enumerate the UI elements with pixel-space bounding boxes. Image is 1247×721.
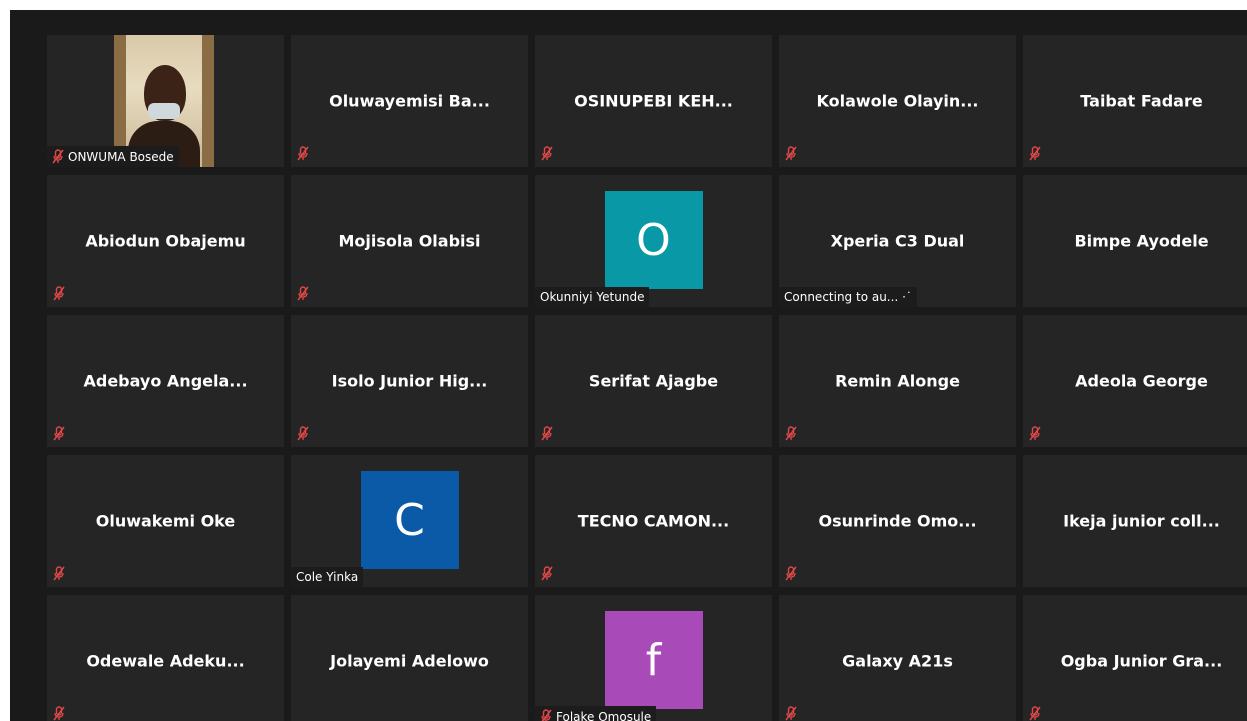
muted-mic-icon (297, 286, 309, 301)
participant-tile[interactable]: Osunrinde Omo... (779, 455, 1016, 587)
participant-avatar: C (360, 471, 459, 569)
participant-name: Serifat Ajagbe (588, 371, 719, 391)
participant-name: ONWUMA Bosede (68, 149, 174, 164)
participant-name-label: ONWUMA Bosede (47, 146, 179, 167)
participant-tile[interactable]: ONWUMA Bosede (47, 35, 284, 167)
muted-mic-icon (785, 566, 797, 581)
connection-status: Connecting to au... ·˙ (779, 287, 917, 307)
meeting-gallery-view: ONWUMA Bosede Oluwayemisi Ba... OSINUPEBI… (10, 10, 1247, 721)
muted-mic-icon (541, 709, 552, 721)
muted-mic-icon (297, 146, 309, 161)
participant-name-label: Okunniyi Yetunde (535, 287, 650, 307)
participant-tile[interactable]: Oluwayemisi Ba... (291, 35, 528, 167)
muted-mic-icon (53, 286, 65, 301)
muted-mic-icon (541, 426, 553, 441)
participant-name: Remin Alonge (835, 371, 960, 391)
participant-tile[interactable]: f Folake Omosule (535, 595, 772, 721)
muted-mic-icon (297, 426, 309, 441)
participant-name: Kolawole Olayin... (816, 91, 979, 111)
muted-mic-icon (53, 426, 65, 441)
participant-name: Jolayemi Adelowo (330, 651, 489, 671)
muted-mic-icon (785, 706, 797, 721)
participant-tile[interactable]: Jolayemi Adelowo (291, 595, 528, 721)
participant-name: Taibat Fadare (1080, 91, 1203, 111)
participant-tile[interactable]: TECNO CAMON... (535, 455, 772, 587)
participant-name: Adeola George (1075, 371, 1208, 391)
participant-tile[interactable]: Oluwakemi Oke (47, 455, 284, 587)
participant-tile[interactable]: C Cole Yinka (291, 455, 528, 587)
participant-name: Adebayo Angela... (83, 371, 248, 391)
participant-tile[interactable]: Ikeja junior coll... (1023, 455, 1247, 587)
participant-name: Oluwayemisi Ba... (329, 91, 490, 111)
participant-name: Bimpe Ayodele (1074, 231, 1209, 251)
participant-tile[interactable]: Serifat Ajagbe (535, 315, 772, 447)
participant-name: Xperia C3 Dual (830, 231, 965, 251)
participant-name: Okunniyi Yetunde (540, 290, 645, 304)
muted-mic-icon (541, 566, 553, 581)
participant-tile[interactable]: Kolawole Olayin... (779, 35, 1016, 167)
participant-name: Odewale Adeku... (86, 651, 245, 671)
participant-name: Cole Yinka (296, 570, 359, 584)
participant-name: OSINUPEBI KEH... (574, 91, 733, 111)
participant-name: Galaxy A21s (842, 651, 953, 671)
participant-tile[interactable]: Isolo Junior Hig... (291, 315, 528, 447)
participant-avatar: O (604, 191, 703, 289)
muted-mic-icon (541, 146, 553, 161)
participant-tile[interactable]: Adeola George (1023, 315, 1247, 447)
participant-name: Folake Omosule (556, 709, 652, 721)
participant-avatar: f (604, 611, 703, 709)
participant-tile[interactable]: Remin Alonge (779, 315, 1016, 447)
participant-tile[interactable]: Adebayo Angela... (47, 315, 284, 447)
participant-tile[interactable]: Mojisola Olabisi (291, 175, 528, 307)
participant-name-label: Folake Omosule (535, 706, 657, 721)
participant-tile[interactable]: O Okunniyi Yetunde (535, 175, 772, 307)
muted-mic-icon (1029, 146, 1041, 161)
muted-mic-icon (53, 566, 65, 581)
participant-tile[interactable]: OSINUPEBI KEH... (535, 35, 772, 167)
participant-grid: ONWUMA Bosede Oluwayemisi Ba... OSINUPEBI… (47, 35, 1247, 721)
muted-mic-icon (53, 706, 65, 721)
participant-tile[interactable]: Abiodun Obajemu (47, 175, 284, 307)
muted-mic-icon (52, 149, 64, 164)
participant-tile[interactable]: Taibat Fadare (1023, 35, 1247, 167)
participant-name: Ikeja junior coll... (1063, 511, 1220, 531)
participant-name-label: Cole Yinka (291, 567, 364, 587)
participant-name: Osunrinde Omo... (818, 511, 977, 531)
muted-mic-icon (1029, 706, 1041, 721)
muted-mic-icon (785, 426, 797, 441)
participant-tile[interactable]: Xperia C3 Dual Connecting to au... ·˙ (779, 175, 1016, 307)
participant-name: TECNO CAMON... (577, 511, 730, 531)
participant-name: Isolo Junior Hig... (331, 371, 488, 391)
participant-tile[interactable]: Odewale Adeku... (47, 595, 284, 721)
participant-tile[interactable]: Bimpe Ayodele (1023, 175, 1247, 307)
participant-tile[interactable]: Ogba Junior Gra... (1023, 595, 1247, 721)
participant-name: Ogba Junior Gra... (1060, 651, 1223, 671)
muted-mic-icon (1029, 426, 1041, 441)
participant-name: Mojisola Olabisi (338, 231, 481, 251)
participant-name: Abiodun Obajemu (85, 231, 246, 251)
participant-name: Oluwakemi Oke (95, 511, 236, 531)
participant-tile[interactable]: Galaxy A21s (779, 595, 1016, 721)
muted-mic-icon (785, 146, 797, 161)
